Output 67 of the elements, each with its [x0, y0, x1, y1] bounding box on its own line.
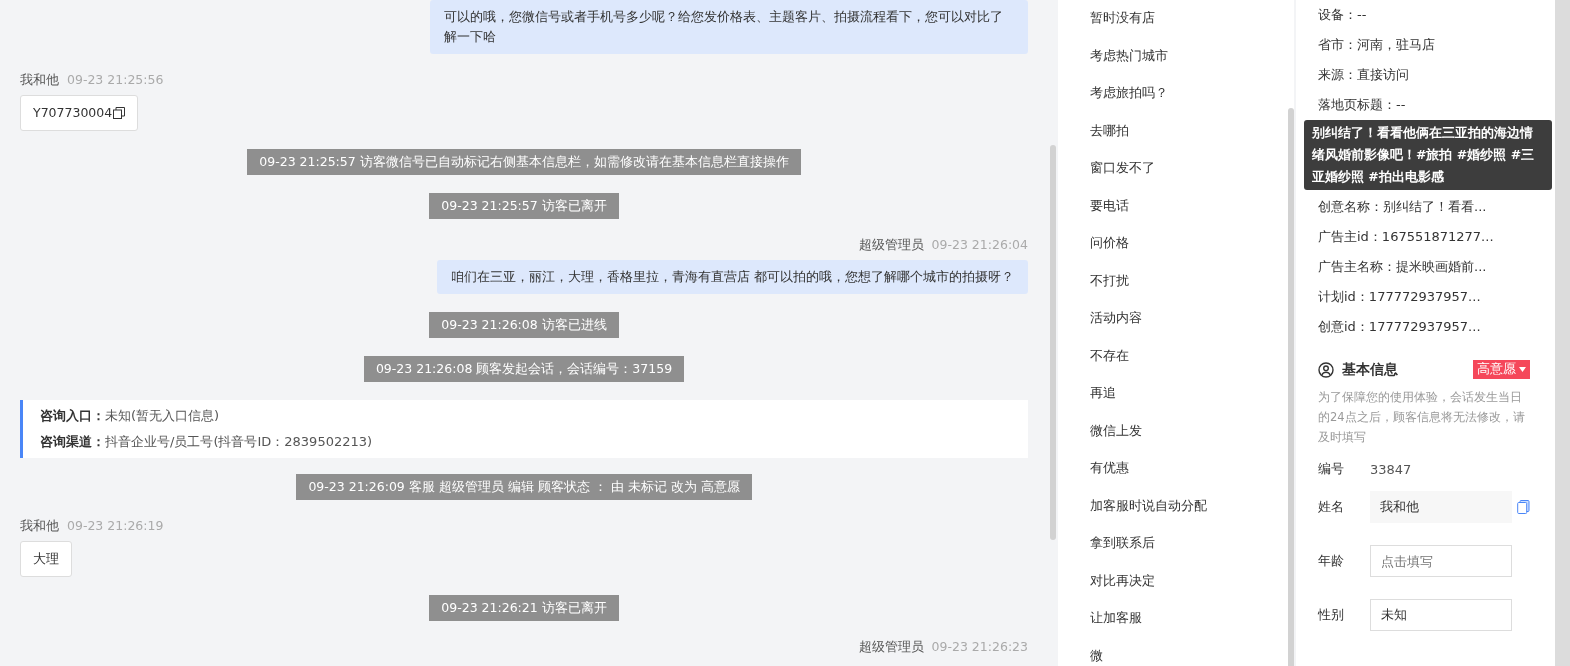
section-title: 基本信息	[1342, 360, 1398, 379]
gender-field[interactable]: 未知	[1370, 599, 1512, 631]
quick-reply-item[interactable]: 让加客服	[1058, 599, 1286, 637]
quick-reply-item[interactable]: 再追	[1058, 374, 1286, 412]
notice-text: 为了保障您的使用体验，会话发生当日的24点之后，顾客信息将无法修改，请及时填写	[1318, 389, 1526, 446]
system-notice: 09-23 21:26:08 访客已进线	[429, 312, 619, 338]
quick-reply-item[interactable]: 活动内容	[1058, 299, 1286, 337]
system-notice: 09-23 21:26:09 客服 超级管理员 编辑 顾客状态 ： 由 未标记 改为 高意愿	[296, 474, 752, 500]
scrollbar[interactable]	[1050, 145, 1056, 540]
quick-reply-item[interactable]: 拿到联系后	[1058, 524, 1286, 562]
field-label: 编号	[1318, 460, 1345, 478]
message-bubble: 咱们在三亚，丽江，大理，香格里拉，青海有直营店 都可以拍的哦，您想了解哪个城市的拍摄呀？	[437, 260, 1028, 294]
source-info-line: 设备：--	[1318, 6, 1368, 24]
sender-name: 超级管理员	[858, 237, 924, 254]
age-field[interactable]: 点击填写	[1370, 545, 1512, 577]
quick-reply-item[interactable]: 暂时没有店	[1058, 0, 1286, 37]
scrollbar[interactable]	[1555, 0, 1570, 666]
system-notice: 09-23 21:25:57 访客微信号已自动标记右侧基本信息栏，如需修改请在基本信息栏直接操作	[247, 149, 801, 175]
source-info-line: 落地页标题：--	[1318, 96, 1407, 114]
source-info-line: 省市：河南，驻马店	[1318, 36, 1436, 54]
system-notice: 09-23 21:25:57 访客已离开	[429, 193, 619, 219]
message-time: 09-23 21:26:19	[67, 518, 164, 535]
message-time: 09-23 21:25:56	[67, 72, 164, 89]
source-info-line: 创意id：177772937957...	[1318, 318, 1482, 336]
source-info-line: 创意名称：别纠结了！看看...	[1318, 198, 1488, 216]
quick-reply-item[interactable]: 窗口发不了	[1058, 149, 1286, 187]
source-info-line: 广告主id：167551871277...	[1318, 228, 1495, 246]
message-bubble: 大理	[20, 541, 72, 577]
copy-icon[interactable]	[113, 107, 126, 119]
info-label: 咨询入口：	[40, 408, 105, 423]
field-label: 性别	[1318, 606, 1345, 624]
info-label: 咨询渠道：	[40, 434, 105, 449]
quick-reply-item[interactable]: 微信上发	[1058, 411, 1286, 449]
quick-reply-item[interactable]: 要电话	[1058, 186, 1286, 224]
caret-icon	[1519, 367, 1526, 372]
info-value: 未知(暂无入口信息)	[105, 408, 220, 423]
field-value: 33847	[1370, 461, 1412, 477]
message-bubble: Y707730004	[20, 95, 139, 131]
user-icon	[1318, 361, 1334, 378]
tooltip: 别纠结了！看看他俩在三亚拍的海边情绪风婚前影像吧！#旅拍 #婚纱照 #三亚婚纱照 #拍出电影感	[1304, 120, 1552, 190]
system-notice: 09-23 21:26:08 顾客发起会话，会话编号：37159	[363, 356, 685, 382]
field-label: 姓名	[1318, 498, 1345, 516]
source-info-line: 计划id：177772937957...	[1318, 288, 1482, 306]
message-time: 09-23 21:26:23	[931, 639, 1028, 656]
quick-reply-item[interactable]: 对比再决定	[1058, 561, 1286, 599]
sender-name: 超级管理员	[858, 639, 924, 656]
status-dropdown[interactable]: 高意愿	[1473, 360, 1530, 379]
quick-reply-item[interactable]: 不打扰	[1058, 261, 1286, 299]
name-field[interactable]: 我和他	[1370, 491, 1512, 523]
quick-reply-item[interactable]: 微	[1058, 636, 1286, 666]
quick-reply-item[interactable]: 问价格	[1058, 224, 1286, 262]
source-info-line: 广告主名称：提米映画婚前...	[1318, 258, 1488, 276]
scrollbar[interactable]	[1288, 108, 1294, 666]
message-time: 09-23 21:26:04	[931, 237, 1028, 254]
quick-reply-item[interactable]: 不存在	[1058, 336, 1286, 374]
quick-reply-item[interactable]: 考虑热门城市	[1058, 36, 1286, 74]
quick-reply-item[interactable]: 加客服时说自动分配	[1058, 486, 1286, 524]
field-label: 年龄	[1318, 552, 1345, 570]
system-notice: 09-23 21:26:21 访客已离开	[429, 595, 619, 621]
info-value: 抖音企业号/员工号(抖音号ID：2839502213)	[105, 434, 373, 449]
sender-name: 我和他	[20, 72, 59, 89]
quick-reply-item[interactable]: 去哪拍	[1058, 111, 1286, 149]
message-bubble: 可以的哦，您微信号或者手机号多少呢？给您发价格表、主题客片、拍摄流程看下，您可以对比了解一下哈	[430, 0, 1028, 54]
quick-reply-item[interactable]: 有优惠	[1058, 449, 1286, 487]
sender-name: 我和他	[20, 518, 59, 535]
quick-reply-item[interactable]: 考虑旅拍吗？	[1058, 74, 1286, 112]
source-info-line: 来源：直接访问	[1318, 66, 1410, 84]
